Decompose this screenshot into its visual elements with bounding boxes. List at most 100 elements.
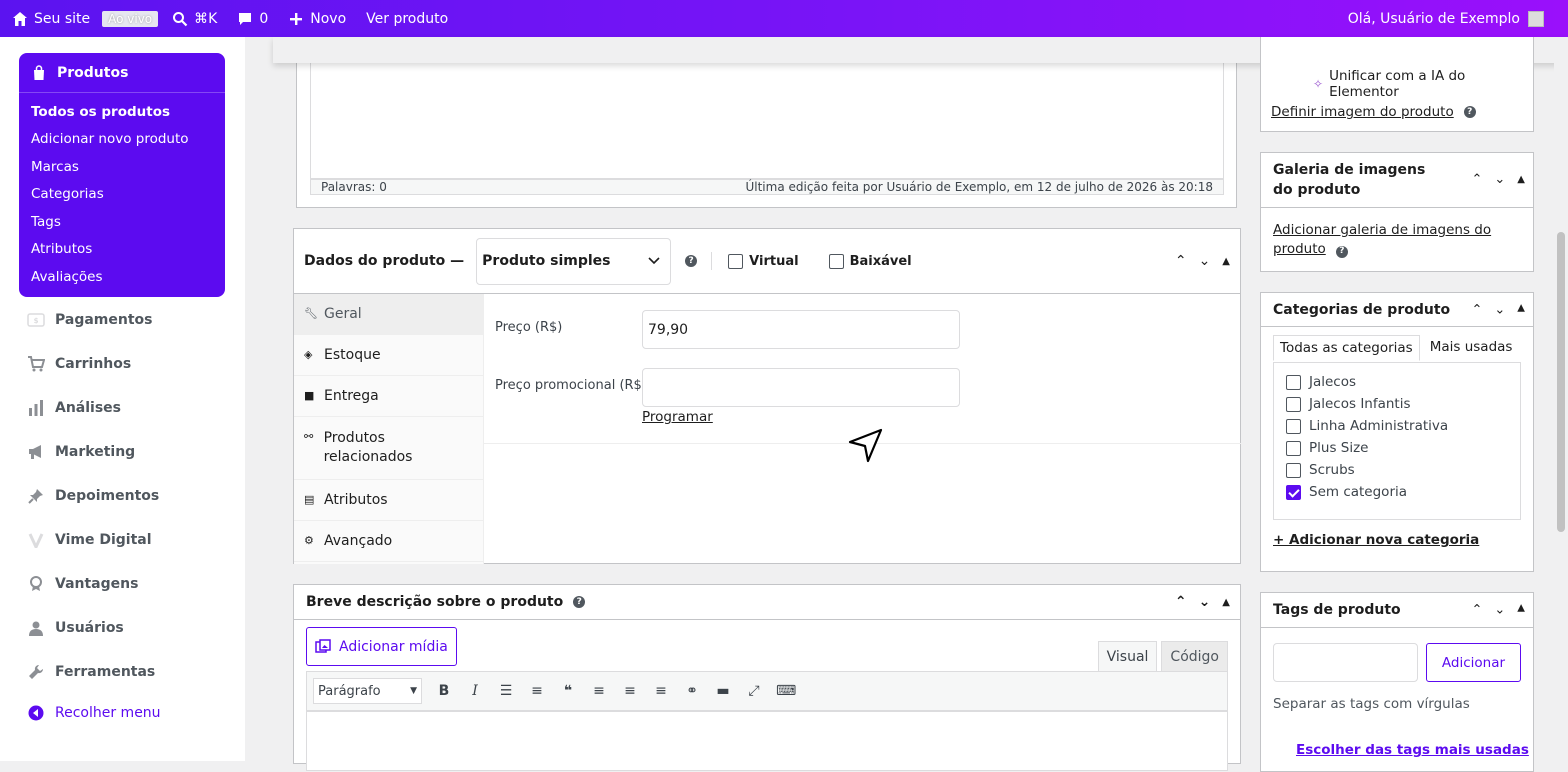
site-link[interactable]: Seu site: [12, 11, 90, 27]
help-icon[interactable]: ?: [1335, 245, 1348, 258]
sidebar-item-vime-digital[interactable]: Vime Digital: [27, 531, 152, 549]
view-product-link[interactable]: Ver produto: [366, 11, 448, 27]
comments-link[interactable]: 0: [237, 11, 268, 27]
tab-code[interactable]: Código: [1161, 641, 1228, 671]
user-account[interactable]: Olá, Usuário de Exemplo: [1348, 10, 1544, 27]
bold-icon[interactable]: B: [435, 683, 453, 699]
move-down-icon[interactable]: ⌄: [1199, 594, 1211, 610]
tab-shipping[interactable]: ■ Entrega: [294, 376, 483, 417]
move-up-icon[interactable]: ⌃: [1175, 594, 1187, 610]
category-checkbox[interactable]: [1286, 484, 1301, 500]
price-input[interactable]: 79,90: [642, 310, 960, 349]
submenu-categories[interactable]: Categorias: [19, 181, 225, 209]
list-item[interactable]: Jalecos: [1286, 371, 1508, 393]
choose-tags-link[interactable]: Escolher das tags mais usadas: [1296, 742, 1529, 758]
help-icon[interactable]: ?: [1463, 106, 1476, 118]
toggle-panel-icon[interactable]: ▲: [1222, 597, 1230, 608]
align-center-icon[interactable]: ≡: [621, 683, 639, 699]
move-down-icon[interactable]: ⌄: [1199, 253, 1211, 269]
align-left-icon[interactable]: ≡: [590, 683, 608, 699]
read-more-icon[interactable]: ▬: [714, 683, 732, 699]
submenu-brands[interactable]: Marcas: [19, 153, 225, 181]
downloadable-checkbox[interactable]: [828, 253, 844, 269]
new-content-link[interactable]: Novo: [288, 11, 346, 27]
product-tags-panel: Tags de produto ⌃ ⌄ ▲ Adicionar Separar …: [1260, 592, 1534, 772]
numbered-list-icon[interactable]: ≡: [528, 683, 546, 699]
keyboard-icon[interactable]: ⌨: [776, 683, 796, 699]
add-category-link[interactable]: + Adicionar nova categoria: [1273, 532, 1479, 548]
tag-input[interactable]: [1273, 643, 1418, 682]
help-icon[interactable]: ?: [685, 255, 698, 267]
sidebar-item-carts[interactable]: Carrinhos: [27, 355, 131, 373]
add-tag-button[interactable]: Adicionar: [1426, 643, 1521, 682]
category-checkbox[interactable]: [1286, 396, 1301, 412]
sidebar-item-tools[interactable]: Ferramentas: [27, 663, 155, 681]
sidebar-item-analytics[interactable]: Análises: [27, 399, 121, 417]
move-down-icon[interactable]: ⌄: [1494, 170, 1505, 190]
page-scrollbar[interactable]: [1554, 37, 1568, 761]
list-item[interactable]: Plus Size: [1286, 437, 1508, 459]
tab-most-used[interactable]: Mais usadas: [1424, 335, 1519, 361]
toggle-panel-icon[interactable]: ▲: [1517, 302, 1525, 317]
category-checkbox[interactable]: [1286, 374, 1301, 390]
fullscreen-icon[interactable]: ⤢: [745, 683, 763, 699]
align-right-icon[interactable]: ≡: [652, 683, 670, 699]
sidebar-item-marketing[interactable]: Marketing: [27, 443, 135, 461]
list-item[interactable]: Sem categoria: [1286, 481, 1508, 503]
move-up-icon[interactable]: ⌃: [1471, 302, 1482, 317]
toggle-panel-icon[interactable]: ▲: [1517, 603, 1525, 618]
virtual-checkbox[interactable]: [728, 253, 744, 269]
help-icon[interactable]: ?: [573, 596, 586, 608]
submenu-all-products[interactable]: Todos os produtos: [19, 98, 225, 126]
move-down-icon[interactable]: ⌄: [1494, 302, 1505, 317]
product-type-select[interactable]: Produto simples: [476, 237, 672, 285]
move-down-icon[interactable]: ⌄: [1494, 603, 1505, 618]
submenu-reviews[interactable]: Avaliações: [19, 263, 225, 291]
collapse-menu-button[interactable]: Recolher menu: [27, 704, 161, 722]
submenu-attributes[interactable]: Atributos: [19, 236, 225, 264]
ai-unify-link[interactable]: ✧ Unificar com a IA do Elementor: [1313, 68, 1533, 100]
tab-general[interactable]: 🔧︎ Geral: [294, 294, 483, 335]
promo-price-input[interactable]: [642, 368, 960, 407]
tab-advanced[interactable]: ⚙ Avançado: [294, 521, 483, 562]
submenu-tags[interactable]: Tags: [19, 208, 225, 236]
add-media-button[interactable]: Adicionar mídia: [306, 627, 457, 666]
link-icon[interactable]: ⚭: [683, 683, 701, 699]
category-checkbox[interactable]: [1286, 462, 1301, 478]
list-item[interactable]: Jalecos Infantis: [1286, 393, 1508, 415]
move-up-icon[interactable]: ⌃: [1175, 253, 1187, 269]
panel-controls: ⌃ ⌄ ▲: [1471, 170, 1525, 190]
toggle-panel-icon[interactable]: ▲: [1222, 256, 1230, 267]
scrollbar-thumb[interactable]: [1557, 232, 1565, 532]
product-data-panel: Dados do produto — Produto simples ? Vir…: [293, 228, 1241, 564]
bullet-list-icon[interactable]: ☰: [497, 683, 515, 699]
category-checkbox[interactable]: [1286, 440, 1301, 456]
quote-icon[interactable]: ❝: [559, 683, 577, 699]
format-select[interactable]: Parágrafo ▼: [313, 678, 422, 704]
gallery-title-line2: do produto: [1273, 182, 1361, 198]
short-description-editor[interactable]: [306, 711, 1228, 771]
set-product-image-link[interactable]: Definir imagem do produto: [1271, 104, 1454, 120]
sidebar-item-users[interactable]: Usuários: [27, 619, 124, 637]
search-command[interactable]: ⌘K: [172, 11, 217, 27]
tab-linked-products[interactable]: ⚯ Produtos relacionados: [294, 417, 483, 480]
tab-all-categories[interactable]: Todas as categorias: [1273, 335, 1420, 361]
tab-inventory[interactable]: ◈ Estoque: [294, 335, 483, 376]
products-menu-header[interactable]: Produtos: [19, 53, 225, 93]
sidebar-item-testimonials[interactable]: Depoimentos: [27, 487, 159, 505]
list-item[interactable]: Scrubs: [1286, 459, 1508, 481]
tab-visual[interactable]: Visual: [1097, 641, 1158, 671]
shopping-bag-icon: [34, 64, 44, 80]
list-item[interactable]: Linha Administrativa: [1286, 415, 1508, 437]
move-up-icon[interactable]: ⌃: [1471, 603, 1482, 618]
tab-attributes[interactable]: ▤ Atributos: [294, 480, 483, 521]
italic-icon[interactable]: I: [466, 683, 484, 699]
schedule-link[interactable]: Programar: [642, 409, 713, 425]
toggle-panel-icon[interactable]: ▲: [1517, 170, 1525, 190]
submenu-add-product[interactable]: Adicionar novo produto: [19, 126, 225, 154]
sidebar-item-payments[interactable]: $ Pagamentos: [27, 311, 153, 329]
move-up-icon[interactable]: ⌃: [1471, 170, 1482, 190]
category-checkbox[interactable]: [1286, 418, 1301, 434]
add-gallery-link[interactable]: Adicionar galeria de imagens do produto: [1273, 222, 1491, 257]
sidebar-item-advantages[interactable]: Vantagens: [27, 575, 138, 593]
